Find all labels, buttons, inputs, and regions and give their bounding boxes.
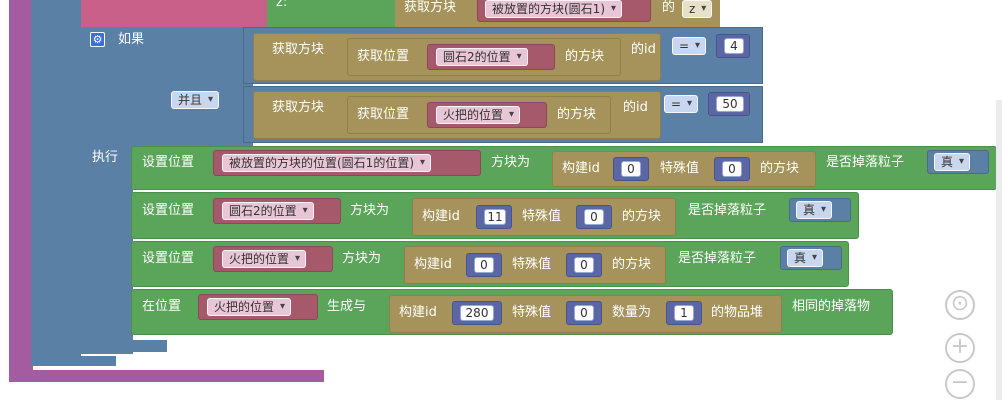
- spawn-count-block[interactable]: 1: [666, 301, 702, 325]
- if-label: 如果: [118, 32, 145, 47]
- zoom-out-icon[interactable]: −: [945, 369, 975, 399]
- s2-id-block[interactable]: 11: [476, 205, 512, 229]
- s2-special-field[interactable]: 0: [584, 209, 604, 225]
- s1-bool-dropdown[interactable]: 真: [934, 153, 971, 171]
- cond1-op-dropdown[interactable]: =: [672, 37, 707, 55]
- z-label: z:: [276, 0, 288, 10]
- s3-id-field[interactable]: 0: [474, 257, 494, 273]
- top-get-block-label: 获取方块: [404, 0, 457, 15]
- s2-build-id-label: 构建id: [422, 209, 460, 224]
- cond2-value-field[interactable]: 50: [716, 96, 744, 112]
- spawn-same-drop-label: 相同的掉落物: [792, 299, 871, 314]
- s3-bool-dropdown[interactable]: 真: [787, 249, 824, 267]
- cond1-var-dropdown[interactable]: 圆石2的位置: [436, 48, 528, 66]
- gear-icon[interactable]: ⚙: [90, 32, 105, 47]
- zoom-in-icon[interactable]: +: [945, 333, 975, 363]
- s1-special-block[interactable]: 0: [714, 157, 750, 181]
- top-of-label: 的: [662, 0, 676, 15]
- spawn-item-stack-label: 的物品堆: [711, 305, 764, 320]
- s1-special-label: 特殊值: [660, 161, 700, 176]
- outer-loop-block[interactable]: [31, 0, 81, 366]
- placed-block-dropdown[interactable]: 被放置的方块(圆石1): [485, 0, 622, 18]
- s2-set-pos-label: 设置位置: [142, 203, 195, 218]
- s3-var-dropdown[interactable]: 火把的位置: [222, 250, 307, 268]
- cond2-of-block-label: 的方块: [557, 107, 597, 122]
- cond2-value-block[interactable]: 50: [708, 92, 750, 116]
- s2-of-block-label: 的方块: [622, 209, 662, 224]
- s3-special-block[interactable]: 0: [566, 253, 602, 277]
- s2-block-is-label: 方块为: [350, 203, 390, 218]
- s2-bool-dropdown[interactable]: 真: [796, 201, 833, 219]
- and-dropdown[interactable]: 并且: [171, 91, 220, 109]
- workspace-scrollbar[interactable]: [996, 100, 1002, 400]
- s2-special-block[interactable]: 0: [576, 205, 612, 229]
- spawn-special-field[interactable]: 0: [574, 305, 594, 321]
- s1-drop-particles-label: 是否掉落粒子: [826, 155, 905, 170]
- spawn-count-label: 数量为: [612, 305, 652, 320]
- s1-var-dropdown[interactable]: 被放置的方块的位置(圆石1的位置): [222, 154, 431, 172]
- s3-block-is-label: 方块为: [342, 251, 382, 266]
- spawn-id-block[interactable]: 280: [452, 301, 502, 325]
- cond2-get-block-label: 获取方块: [272, 100, 325, 115]
- s1-of-block-label: 的方块: [760, 161, 800, 176]
- if-block-bottom: [81, 340, 167, 352]
- cond2-id-label: 的id: [623, 100, 648, 115]
- s1-block-is-label: 方块为: [491, 155, 531, 170]
- cond2-var-dropdown[interactable]: 火把的位置: [436, 106, 521, 124]
- s2-id-field[interactable]: 11: [484, 209, 506, 225]
- s3-build-id-label: 构建id: [414, 257, 452, 272]
- s3-set-pos-label: 设置位置: [142, 251, 195, 266]
- spawn-id-field[interactable]: 280: [460, 305, 494, 321]
- cond1-id-label: 的id: [631, 42, 656, 57]
- s2-drop-particles-label: 是否掉落粒子: [688, 203, 767, 218]
- cond2-op-dropdown[interactable]: =: [664, 95, 699, 113]
- s2-special-label: 特殊值: [522, 209, 562, 224]
- cond1-of-block-label: 的方块: [565, 49, 605, 64]
- s3-special-label: 特殊值: [512, 257, 552, 272]
- s1-id-block[interactable]: 0: [613, 157, 649, 181]
- s3-id-block[interactable]: 0: [466, 253, 502, 277]
- spawn-special-block[interactable]: 0: [566, 301, 602, 325]
- procedure-block-bottom: [9, 370, 324, 382]
- if-block-header: [81, 27, 253, 147]
- s3-special-field[interactable]: 0: [574, 257, 594, 273]
- spawn-at-pos-label: 在位置: [142, 299, 182, 314]
- spawn-build-id-label: 构建id: [399, 305, 437, 320]
- cond1-get-pos-label: 获取位置: [357, 49, 410, 64]
- spawn-var-dropdown[interactable]: 火把的位置: [207, 298, 292, 316]
- s1-build-id-label: 构建id: [562, 161, 600, 176]
- s1-id-field[interactable]: 0: [621, 161, 641, 177]
- s1-special-field[interactable]: 0: [722, 161, 742, 177]
- spawn-generate-label: 生成与: [327, 299, 367, 314]
- s1-set-pos-label: 设置位置: [142, 155, 195, 170]
- spawn-special-label: 特殊值: [512, 305, 552, 320]
- outer-loop-bottom: [31, 356, 116, 366]
- cond1-value-block[interactable]: 4: [716, 34, 750, 58]
- s3-drop-particles-label: 是否掉落粒子: [678, 251, 757, 266]
- s3-of-block-label: 的方块: [612, 257, 652, 272]
- z-dropdown[interactable]: z: [682, 0, 713, 18]
- recenter-icon[interactable]: ⊙: [945, 290, 975, 320]
- procedure-block[interactable]: [9, 0, 33, 382]
- cond1-get-block-label: 获取方块: [272, 42, 325, 57]
- do-label: 执行: [92, 150, 119, 165]
- spawn-count-field[interactable]: 1: [674, 305, 694, 321]
- cond1-value-field[interactable]: 4: [724, 38, 744, 54]
- s2-var-dropdown[interactable]: 圆石2的位置: [222, 202, 314, 220]
- top-pink-block[interactable]: [81, 0, 267, 27]
- cond2-get-pos-label: 获取位置: [357, 107, 410, 122]
